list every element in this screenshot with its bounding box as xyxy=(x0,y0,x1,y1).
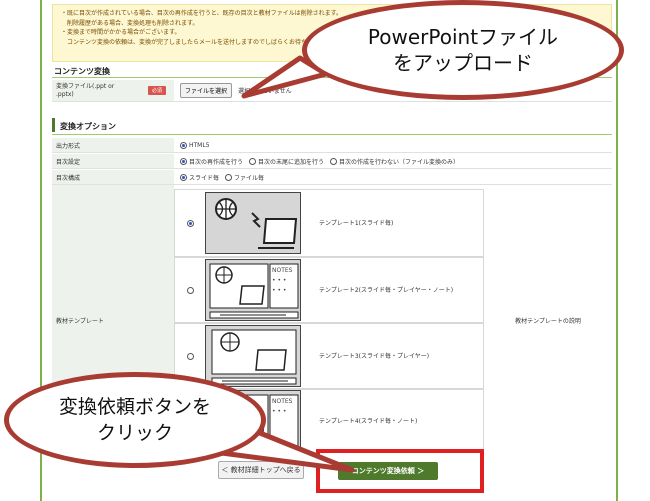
click-callout: 変換依頼ボタンを クリック xyxy=(4,372,266,468)
upload-callout: PowerPointファイル をアップロード xyxy=(302,0,624,100)
